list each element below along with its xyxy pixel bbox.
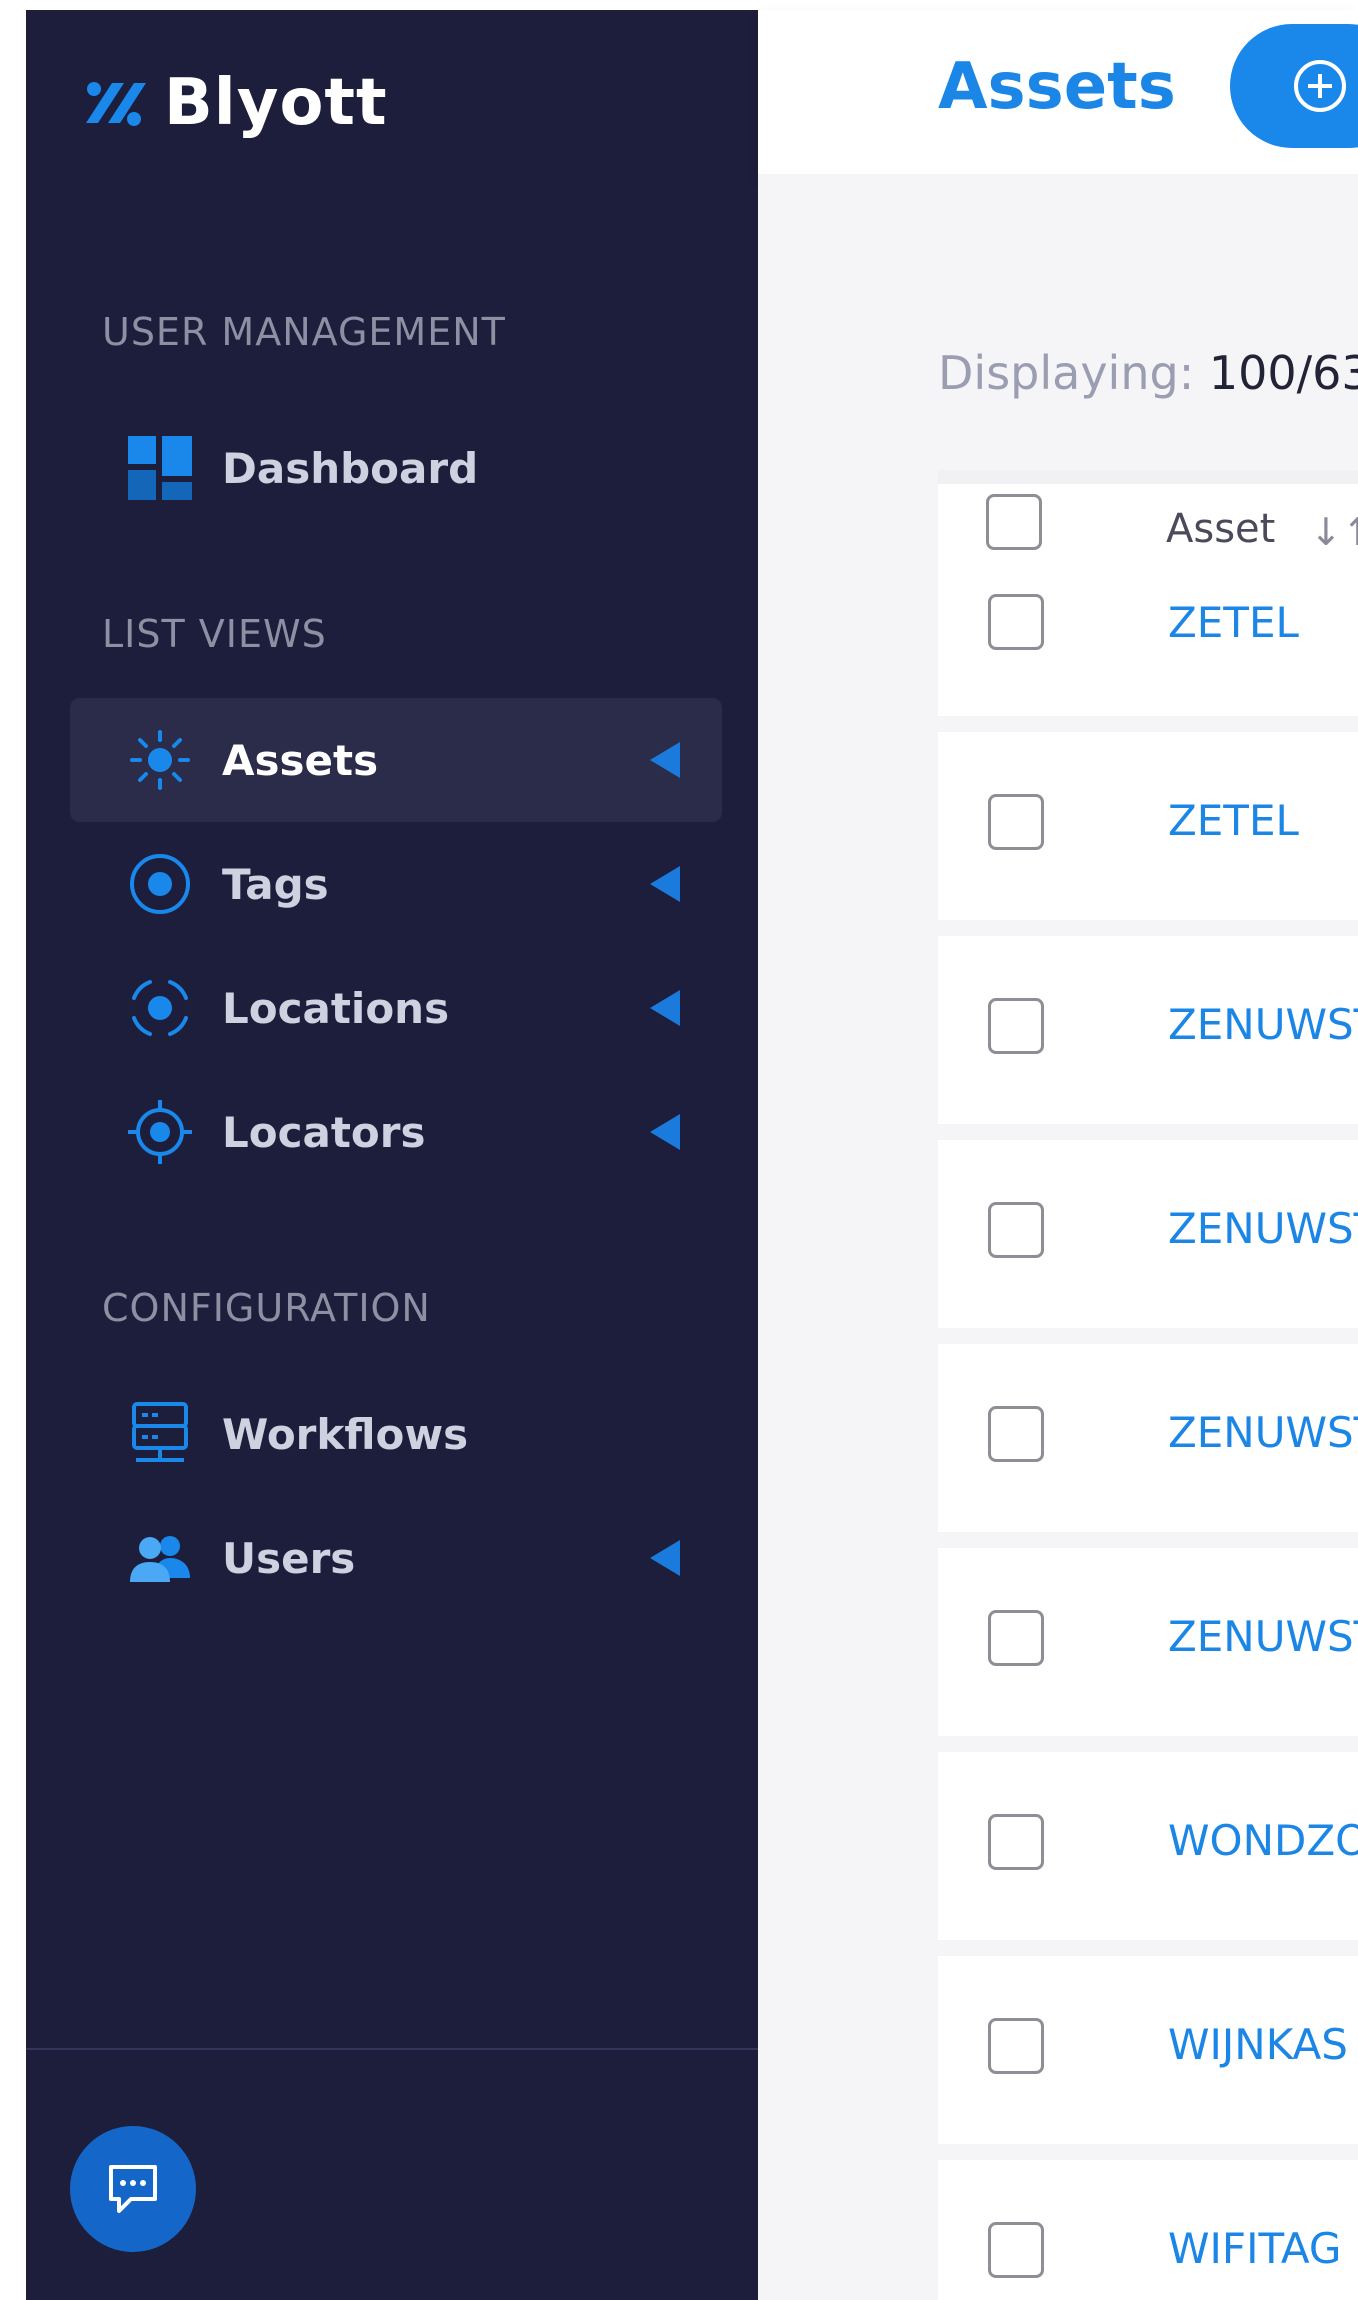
displaying-value: 100/631	[1208, 346, 1358, 400]
asset-name-link[interactable]: ZETEL	[1168, 598, 1299, 647]
sidebar-divider	[26, 2048, 758, 2050]
asset-name-link[interactable]: WIJNKAS	[1168, 2020, 1348, 2069]
sidebar-item-label: Locations	[222, 983, 450, 1033]
asset-name-link[interactable]: WONDZO	[1168, 1816, 1358, 1865]
table-row[interactable]: ZENUWST	[938, 1344, 1358, 1532]
sidebar-item-label: Workflows	[222, 1409, 469, 1459]
asset-name-link[interactable]: ZENUWST	[1168, 1408, 1358, 1457]
workflow-server-icon	[128, 1402, 192, 1466]
row-checkbox[interactable]	[988, 1610, 1044, 1666]
expand-arrow-icon[interactable]	[650, 742, 680, 778]
section-title-configuration: CONFIGURATION	[102, 1286, 431, 1330]
table-row[interactable]: ZENUWST	[938, 1548, 1358, 1736]
table-row[interactable]: WIFITAG	[938, 2160, 1358, 2300]
sidebar-item-assets[interactable]: Assets	[70, 698, 722, 822]
expand-arrow-icon[interactable]	[650, 1540, 680, 1576]
sidebar: Blyott USER MANAGEMENT Dashboard LIST VI…	[26, 10, 758, 2300]
asset-name-link[interactable]: ZENUWST	[1168, 1000, 1358, 1049]
row-checkbox[interactable]	[988, 794, 1044, 850]
section-title-user-management: USER MANAGEMENT	[102, 310, 506, 354]
table-header: Asset ↓↑	[938, 470, 1358, 578]
plus-circle-icon	[1294, 60, 1346, 112]
asset-name-link[interactable]: ZENUWST	[1168, 1204, 1358, 1253]
table-row[interactable]: WONDZO	[938, 1752, 1358, 1940]
asset-sun-icon	[128, 728, 192, 792]
chat-button[interactable]	[70, 2126, 196, 2252]
tag-target-icon	[128, 852, 192, 916]
sidebar-item-locations[interactable]: Locations	[70, 946, 722, 1070]
sort-icon[interactable]: ↓↑	[1310, 510, 1358, 554]
expand-arrow-icon[interactable]	[650, 990, 680, 1026]
sidebar-item-label: Tags	[222, 859, 329, 909]
table-row[interactable]: ZETEL	[938, 732, 1358, 920]
row-checkbox[interactable]	[988, 1814, 1044, 1870]
app-screen: Blyott USER MANAGEMENT Dashboard LIST VI…	[0, 0, 1358, 2300]
asset-name-link[interactable]: ZENUWST	[1168, 1612, 1358, 1661]
row-checkbox[interactable]	[988, 2222, 1044, 2278]
asset-name-link[interactable]: WIFITAG	[1168, 2224, 1341, 2273]
sidebar-item-dashboard[interactable]: Dashboard	[70, 406, 722, 530]
row-checkbox[interactable]	[988, 2018, 1044, 2074]
brand-logo-icon	[86, 82, 146, 126]
add-asset-button[interactable]	[1230, 24, 1358, 148]
row-checkbox[interactable]	[988, 998, 1044, 1054]
location-focus-icon	[128, 976, 192, 1040]
sidebar-item-tags[interactable]: Tags	[70, 822, 722, 946]
table-row[interactable]: WIJNKAS	[938, 1956, 1358, 2144]
page-title: Assets	[938, 50, 1176, 124]
asset-name-link[interactable]: ZETEL	[1168, 796, 1299, 845]
users-icon	[128, 1526, 192, 1590]
chat-icon	[109, 2165, 157, 2213]
row-checkbox[interactable]	[988, 1202, 1044, 1258]
locator-crosshair-icon	[128, 1100, 192, 1164]
brand-name: Blyott	[164, 66, 388, 140]
section-title-list-views: LIST VIEWS	[102, 612, 327, 656]
brand-logo[interactable]: Blyott	[82, 58, 388, 148]
column-header-asset[interactable]: Asset	[1166, 506, 1275, 552]
sidebar-item-label: Locators	[222, 1107, 426, 1157]
expand-arrow-icon[interactable]	[650, 866, 680, 902]
expand-arrow-icon[interactable]	[650, 1114, 680, 1150]
sidebar-item-label: Dashboard	[222, 443, 479, 493]
dashboard-icon	[128, 436, 192, 500]
table-row[interactable]: ZENUWST	[938, 936, 1358, 1124]
sidebar-item-label: Assets	[222, 735, 379, 785]
table-row[interactable]: ZENUWST	[938, 1140, 1358, 1328]
sidebar-item-locators[interactable]: Locators	[70, 1070, 722, 1194]
row-checkbox[interactable]	[988, 1406, 1044, 1462]
row-checkbox[interactable]	[988, 594, 1044, 650]
page-header: Assets	[758, 10, 1358, 174]
sidebar-item-workflows[interactable]: Workflows	[70, 1372, 722, 1496]
main-content: Displaying: 100/631 Asset ↓↑ ZETEL ZETEL Z…	[758, 174, 1358, 2300]
select-all-checkbox[interactable]	[986, 494, 1042, 550]
table-row[interactable]: ZETEL	[938, 578, 1358, 716]
sidebar-item-users[interactable]: Users	[70, 1496, 722, 1620]
sidebar-item-label: Users	[222, 1533, 356, 1583]
displaying-label: Displaying:	[938, 346, 1195, 400]
displaying-count: Displaying: 100/631	[938, 346, 1358, 400]
